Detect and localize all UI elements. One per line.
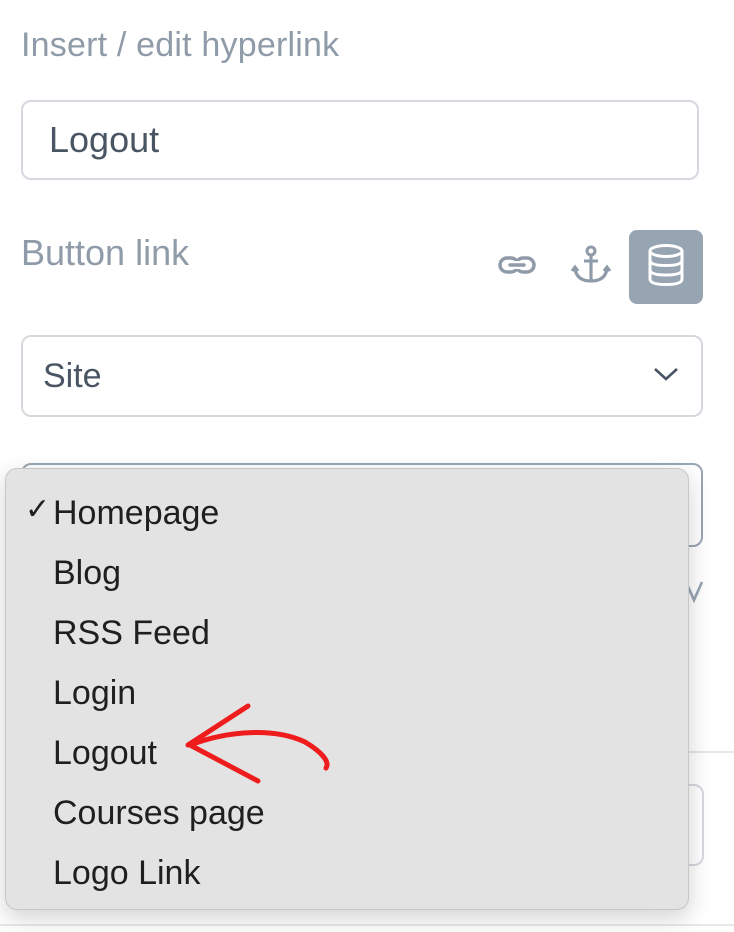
menu-item-label: Blog <box>53 554 122 592</box>
chevron-down-icon <box>653 365 679 388</box>
link-text-input[interactable] <box>21 100 699 180</box>
database-icon <box>646 243 686 292</box>
menu-item-courses-page[interactable]: Courses page <box>6 784 688 844</box>
menu-item-label: RSS Feed <box>53 614 210 652</box>
menu-item-label: Login <box>53 674 137 712</box>
button-link-label: Button link <box>21 232 190 273</box>
anchor-link-type-button[interactable] <box>554 230 628 304</box>
footer-divider <box>0 924 734 926</box>
check-icon: ✓ <box>25 493 51 526</box>
menu-item-label: Homepage <box>53 494 220 532</box>
dialog-title: Insert / edit hyperlink <box>21 26 340 64</box>
menu-item-logo-link[interactable]: Logo Link <box>6 844 688 904</box>
menu-item-label: Courses page <box>53 794 265 832</box>
menu-item-logout[interactable]: Logout <box>6 724 688 784</box>
link-source-select[interactable]: Site <box>21 335 703 417</box>
database-link-type-button[interactable] <box>629 230 703 304</box>
link-source-value: Site <box>43 357 102 395</box>
link-icon <box>497 253 537 282</box>
menu-item-homepage[interactable]: ✓ Homepage <box>6 484 688 544</box>
menu-item-label: Logout <box>53 734 157 772</box>
menu-item-login[interactable]: Login <box>6 664 688 724</box>
menu-item-blog[interactable]: Blog <box>6 544 688 604</box>
anchor-icon <box>570 244 612 291</box>
page-dropdown-menu: ✓ Homepage Blog RSS Feed Login Logout Co… <box>5 468 689 910</box>
menu-item-label: Logo Link <box>53 854 201 892</box>
menu-item-rss-feed[interactable]: RSS Feed <box>6 604 688 664</box>
url-link-type-button[interactable] <box>480 230 554 304</box>
